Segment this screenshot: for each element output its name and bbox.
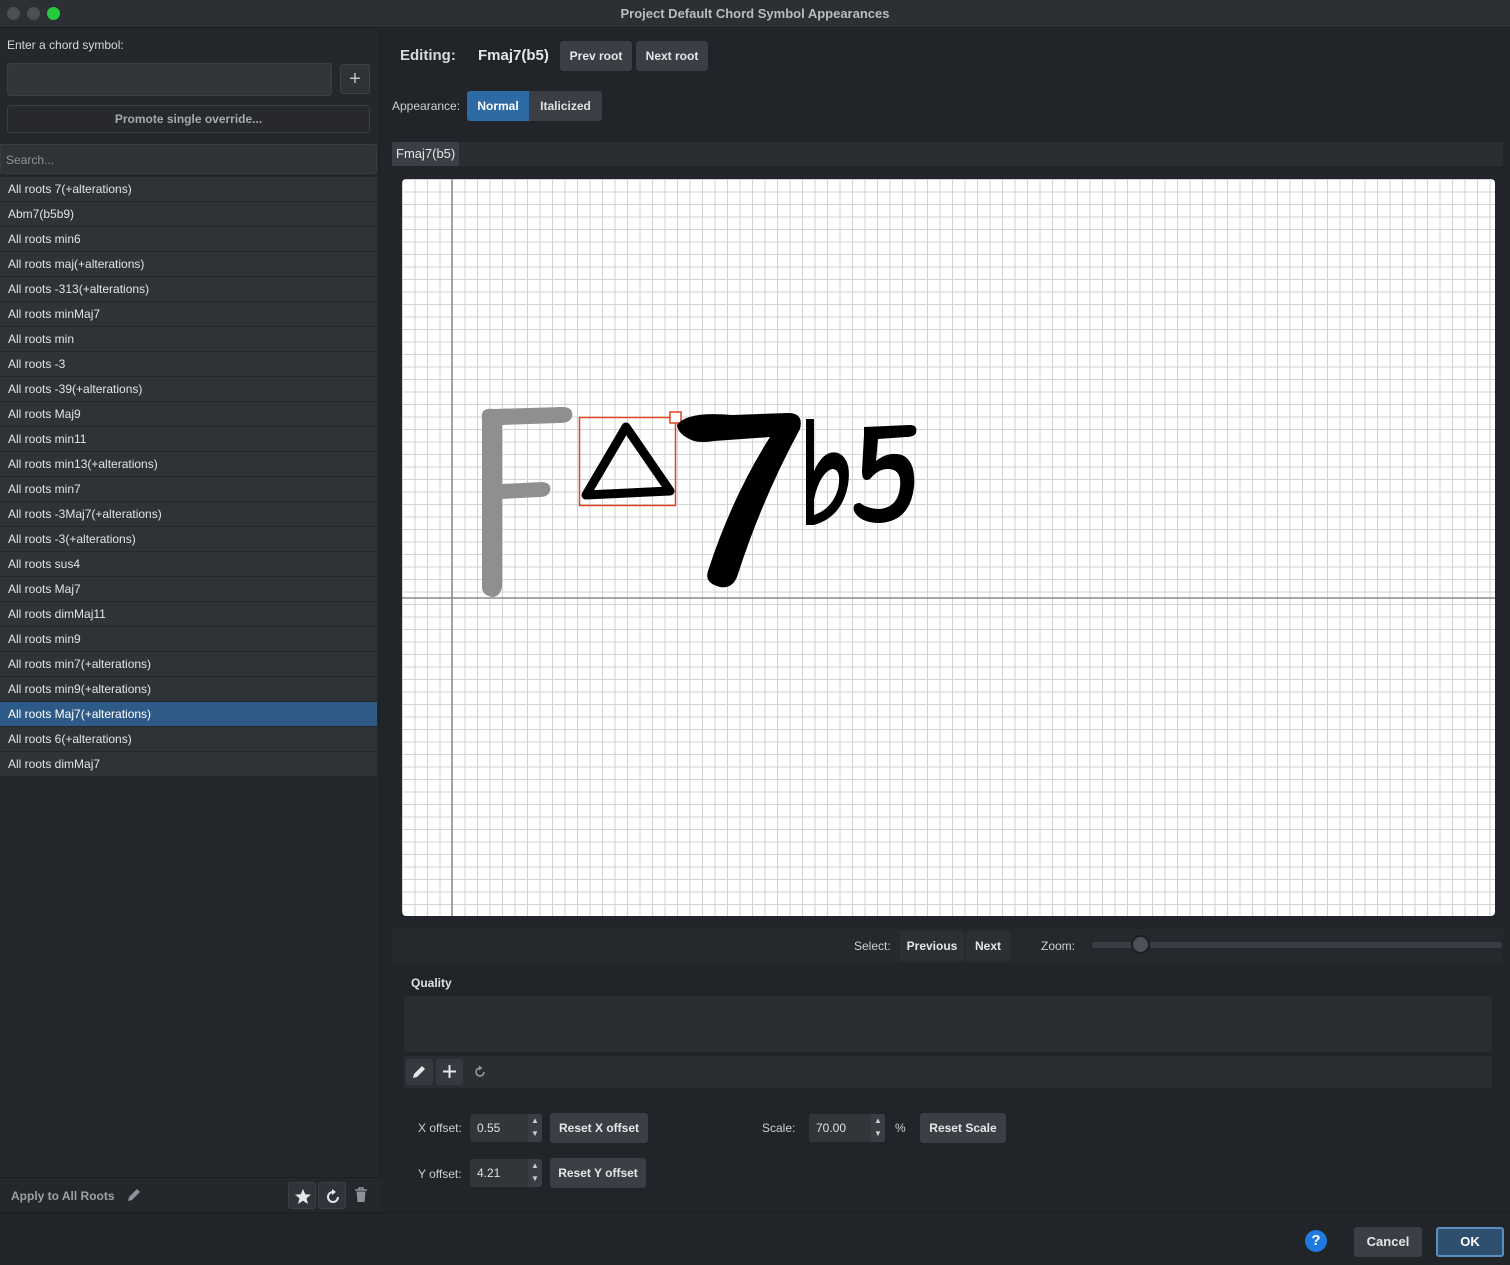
left-pane: Enter a chord symbol: + Promote single o… [0,29,380,1213]
x-offset-input[interactable]: 0.55 ▲ ▼ [470,1114,542,1142]
search-placeholder: Search... [6,153,55,167]
x-offset-value: 0.55 [477,1121,501,1135]
reset-x-offset-button[interactable]: Reset X offset [550,1113,648,1143]
edit-component-button[interactable] [406,1059,433,1085]
chord-list-item[interactable]: All roots Maj7(+alterations) [0,702,377,727]
extension-glyph-7[interactable] [677,413,801,588]
chord-list-item[interactable]: All roots sus4 [0,552,377,577]
editing-label: Editing: [400,47,456,64]
quality-triangle-glyph[interactable] [578,411,682,507]
plus-icon [443,1065,456,1078]
y-offset-spinner[interactable]: ▲ ▼ [528,1159,542,1187]
chord-list-item[interactable]: All roots min9 [0,627,377,652]
chord-list-item[interactable]: All roots -3(+alterations) [0,527,377,552]
chord-list-item[interactable]: All roots 7(+alterations) [0,177,377,202]
component-toolbar [404,1056,1492,1088]
prev-root-button[interactable]: Prev root [560,41,632,71]
add-chord-button[interactable]: + [340,64,370,94]
chord-list-item[interactable]: All roots -3Maj7(+alterations) [0,502,377,527]
left-footer: Apply to All Roots [0,1177,380,1213]
chord-list-item[interactable]: All roots minMaj7 [0,302,377,327]
editing-chord-name: Fmaj7(b5) [478,47,549,64]
apply-to-all-roots-label[interactable]: Apply to All Roots [11,1189,115,1203]
chord-list-item[interactable]: All roots dimMaj7 [0,752,377,777]
scale-input[interactable]: 70.00 ▲ ▼ [809,1114,885,1142]
section-title: Quality [411,976,452,990]
appearance-italicized-option[interactable]: Italicized [529,91,602,121]
chord-list-item[interactable]: All roots dimMaj11 [0,602,377,627]
y-offset-label: Y offset: [418,1167,462,1181]
ok-button[interactable]: OK [1436,1227,1504,1257]
alteration-glyph-b5[interactable] [806,419,917,525]
quality-components-list[interactable] [404,996,1492,1052]
scale-spinner[interactable]: ▲ ▼ [871,1114,885,1142]
reset-component-icon[interactable] [473,1065,487,1084]
scale-unit: % [895,1121,906,1135]
trash-icon[interactable] [354,1187,368,1208]
chord-list-item[interactable]: All roots min13(+alterations) [0,452,377,477]
chord-list-item[interactable]: Abm7(b5b9) [0,202,377,227]
appearance-label: Appearance: [392,99,461,113]
star-icon [295,1189,311,1204]
zoom-slider[interactable] [1092,942,1502,948]
chord-list-item[interactable]: All roots min7 [0,477,377,502]
next-root-button[interactable]: Next root [636,41,708,71]
chord-list-item[interactable]: All roots min11 [0,427,377,452]
y-offset-input[interactable]: 4.21 ▲ ▼ [470,1159,542,1187]
pencil-icon [413,1066,425,1078]
select-next-button[interactable]: Next [966,931,1010,961]
reset-y-offset-button[interactable]: Reset Y offset [550,1158,646,1188]
reset-button[interactable] [318,1182,346,1209]
enter-chord-label: Enter a chord symbol: [7,38,124,52]
help-icon[interactable]: ? [1305,1230,1327,1252]
window-title: Project Default Chord Symbol Appearances [620,6,890,21]
root-glyph-f[interactable] [481,407,573,597]
promote-override-button[interactable]: Promote single override... [7,105,370,133]
chord-list-item[interactable]: All roots min6 [0,227,377,252]
pencil-icon[interactable] [125,1186,143,1204]
chord-list-item[interactable]: All roots min [0,327,377,352]
x-offset-spinner[interactable]: ▲ ▼ [528,1114,542,1142]
cancel-button[interactable]: Cancel [1354,1227,1422,1257]
chord-appearance-list: All roots 7(+alterations) Abm7(b5b9) All r… [0,177,377,777]
zoom-label: Zoom: [1041,939,1076,953]
favorite-button[interactable] [288,1182,316,1209]
chord-list-item[interactable]: All roots Maj7 [0,577,377,602]
scale-value: 70.00 [816,1121,847,1135]
chord-preview-canvas[interactable] [402,179,1495,916]
select-label: Select: [854,939,891,953]
add-component-button[interactable] [436,1059,463,1085]
tab-bar: Fmaj7(b5) [392,142,1503,166]
resize-handle[interactable] [669,411,682,424]
editor-pane: Editing: Fmaj7(b5) Prev root Next root A… [381,29,1510,1212]
appearance-normal-option[interactable]: Normal [467,91,529,121]
title-bar: Project Default Chord Symbol Appearances [0,0,1510,28]
dialog-footer: ? Cancel OK [0,1212,1510,1265]
chord-symbol-input[interactable] [7,63,332,96]
select-bar: Select: Previous Next Zoom: [392,929,1503,963]
y-offset-value: 4.21 [477,1166,501,1180]
chord-list-item[interactable]: All roots maj(+alterations) [0,252,377,277]
chord-list-item[interactable]: All roots -39(+alterations) [0,377,377,402]
scale-label: Scale: [762,1121,796,1135]
chord-list-item[interactable]: All roots 6(+alterations) [0,727,377,752]
zoom-slider-thumb[interactable] [1131,935,1151,954]
reset-scale-button[interactable]: Reset Scale [920,1113,1006,1143]
x-offset-label: X offset: [418,1121,462,1135]
reset-icon [327,1189,339,1203]
search-input[interactable]: Search... [0,144,377,174]
chord-list-item[interactable]: All roots -3 [0,352,377,377]
chord-list-item[interactable]: All roots -313(+alterations) [0,277,377,302]
chord-list-item[interactable]: All roots Maj9 [0,402,377,427]
select-previous-button[interactable]: Previous [900,931,964,961]
chord-list-item[interactable]: All roots min7(+alterations) [0,652,377,677]
tab-fmaj7b5[interactable]: Fmaj7(b5) [392,142,460,166]
chord-list-item[interactable]: All roots min9(+alterations) [0,677,377,702]
